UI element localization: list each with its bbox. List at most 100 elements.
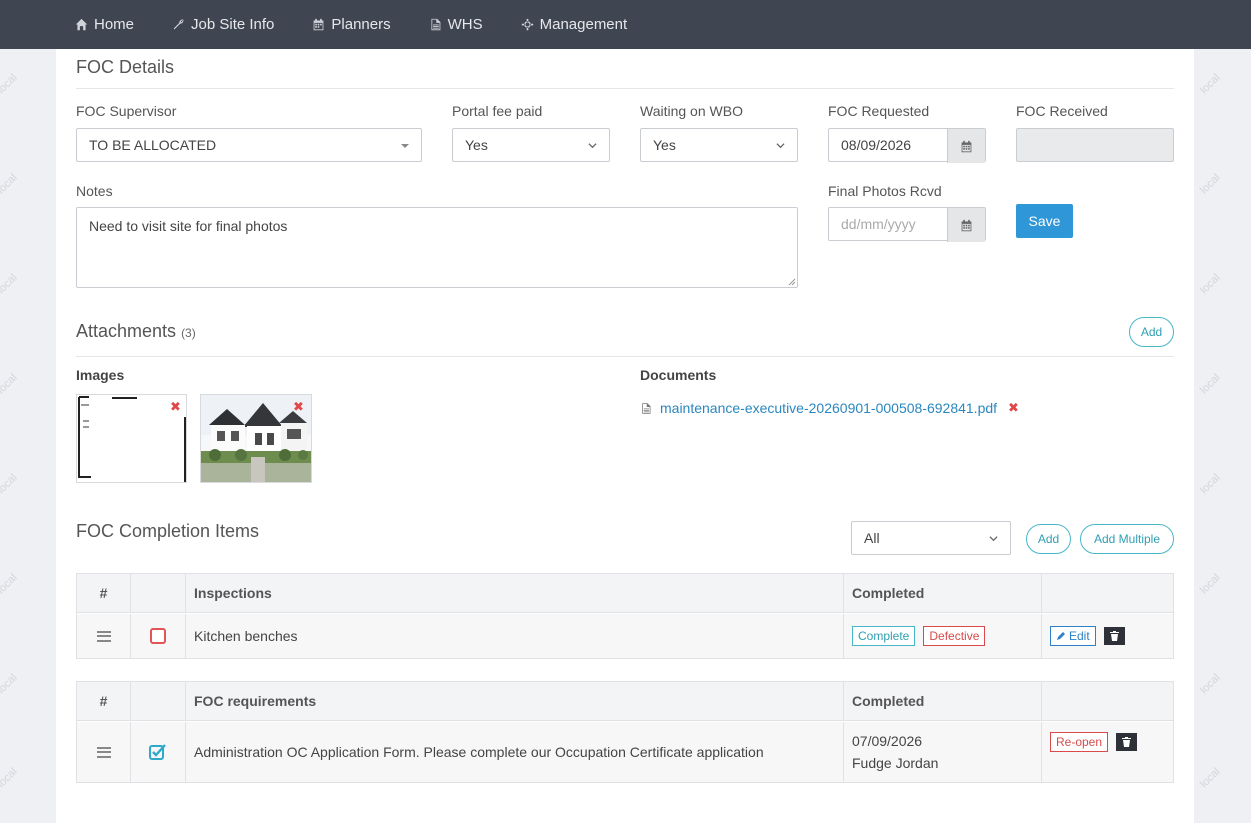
home-icon [75, 18, 88, 31]
complete-tag-button[interactable]: Complete [852, 626, 916, 646]
drag-handle-icon[interactable] [96, 746, 111, 758]
nav-job-site-info[interactable]: Job Site Info [172, 16, 274, 33]
actions-cell: Edit [1042, 614, 1173, 658]
header-completed: Completed [844, 574, 1042, 612]
final-photos-label: Final Photos Rcvd [828, 183, 942, 199]
chevron-down-icon [588, 143, 597, 149]
notes-textarea[interactable]: Need to visit site for final photos [76, 207, 798, 288]
header-name: Inspections [186, 574, 844, 612]
calendar-icon [314, 18, 324, 31]
complete-checkbox[interactable] [150, 628, 166, 644]
table-header: # Inspections Completed [77, 574, 1173, 613]
foc-supervisor-select[interactable]: TO BE ALLOCATED [76, 128, 422, 162]
foc-details-title: FOC Details [76, 57, 175, 77]
attachments-add-button[interactable]: Add [1129, 317, 1174, 347]
watermark: local [0, 765, 20, 791]
completion-title: FOC Completion Items [76, 521, 260, 541]
image-thumbnail-plan[interactable]: ✖ [76, 394, 187, 483]
actions-cell: Re-open [1042, 722, 1173, 782]
portal-fee-select[interactable]: Yes [452, 128, 610, 162]
watermark: local [1198, 71, 1223, 97]
header-name: FOC requirements [186, 682, 844, 720]
top-navbar: Home Job Site Info Planners WHS Manageme… [0, 0, 1251, 49]
check-cell [131, 722, 186, 782]
foc-supervisor-value: TO BE ALLOCATED [89, 137, 217, 153]
calendar-icon [961, 219, 972, 231]
final-photos-input[interactable]: dd/mm/yyyy [828, 207, 986, 242]
trash-icon [1109, 631, 1119, 641]
remove-document-icon[interactable]: ✖ [1008, 400, 1019, 416]
header-completed: Completed [844, 682, 1042, 720]
divider [76, 88, 1174, 89]
nav-management[interactable]: Management [521, 16, 628, 33]
defective-tag-button[interactable]: Defective [923, 626, 986, 646]
item-name: Administration OC Application Form. Plea… [186, 722, 844, 782]
item-name: Kitchen benches [186, 614, 844, 658]
waiting-wbo-select[interactable]: Yes [640, 128, 798, 162]
portal-fee-value: Yes [465, 137, 488, 153]
requirements-table: # FOC requirements Completed Administrat… [76, 681, 1174, 783]
completed-date: 07/09/2026 [852, 733, 923, 749]
header-actions [1042, 682, 1173, 720]
divider [76, 356, 1174, 357]
image-thumbnail-house[interactable]: ✖ [200, 394, 312, 483]
drag-cell [77, 722, 131, 782]
portal-fee-label: Portal fee paid [452, 103, 543, 119]
inspections-table: # Inspections Completed Kitchen benches … [76, 573, 1174, 659]
documents-label: Documents [640, 367, 717, 383]
waiting-wbo-value: Yes [653, 137, 676, 153]
checked-checkbox-icon[interactable] [149, 743, 167, 761]
watermark: local [0, 71, 20, 97]
document-link[interactable]: maintenance-executive-20260901-000508-69… [660, 400, 997, 416]
foc-supervisor-label: FOC Supervisor [76, 103, 177, 119]
waiting-wbo-label: Waiting on WBO [640, 103, 743, 119]
completion-filter-value: All [864, 530, 880, 546]
nav-management-label: Management [539, 16, 628, 33]
check-cell [131, 614, 186, 658]
completion-add-button[interactable]: Add [1026, 524, 1071, 554]
wrench-icon [173, 19, 184, 30]
watermark: local [0, 471, 20, 497]
watermark: local [0, 571, 20, 597]
table-header: # FOC requirements Completed [77, 682, 1173, 721]
attachments-title-text: Attachments [76, 321, 177, 341]
main-card: FOC Details FOC Supervisor TO BE ALLOCAT… [56, 49, 1194, 823]
attachments-title: Attachments (3) [76, 321, 196, 342]
nav-planners[interactable]: Planners [312, 16, 391, 33]
nav-whs[interactable]: WHS [429, 16, 483, 33]
images-label: Images [76, 367, 125, 383]
foc-received-label: FOC Received [1016, 103, 1108, 119]
save-button[interactable]: Save [1016, 204, 1073, 238]
remove-image-icon[interactable]: ✖ [293, 399, 304, 415]
status-cell: Complete Defective [844, 614, 1042, 658]
watermark: local [0, 171, 20, 197]
notes-value: Need to visit site for final photos [89, 218, 288, 234]
delete-button[interactable] [1116, 733, 1138, 751]
edit-button[interactable]: Edit [1050, 626, 1096, 646]
foc-requested-input[interactable]: 08/09/2026 [828, 128, 986, 163]
nav-job-site-info-label: Job Site Info [191, 16, 275, 33]
add-multiple-button[interactable]: Add Multiple [1080, 524, 1174, 554]
remove-image-icon[interactable]: ✖ [170, 399, 181, 415]
file-icon [431, 18, 440, 31]
completion-filter-select[interactable]: All [851, 521, 1011, 555]
reopen-button[interactable]: Re-open [1050, 732, 1109, 752]
watermark: local [0, 671, 20, 697]
resize-handle-icon[interactable] [788, 278, 796, 286]
watermark: local [0, 371, 20, 397]
table-row: Administration OC Application Form. Plea… [77, 722, 1173, 782]
foc-requested-calendar-button[interactable] [947, 129, 985, 163]
drag-handle-icon[interactable] [96, 630, 111, 642]
delete-button[interactable] [1103, 627, 1125, 645]
header-num: # [77, 574, 131, 612]
header-check [131, 574, 186, 612]
nav-home[interactable]: Home [75, 16, 134, 33]
completed-cell: 07/09/2026 Fudge Jordan [844, 722, 1042, 782]
watermark: local [0, 271, 20, 297]
crosshair-icon [521, 18, 533, 31]
nav-planners-label: Planners [331, 16, 391, 33]
notes-label: Notes [76, 183, 113, 199]
final-photos-calendar-button[interactable] [947, 208, 985, 242]
watermark: local [1198, 471, 1223, 497]
watermark: local [1198, 371, 1223, 397]
